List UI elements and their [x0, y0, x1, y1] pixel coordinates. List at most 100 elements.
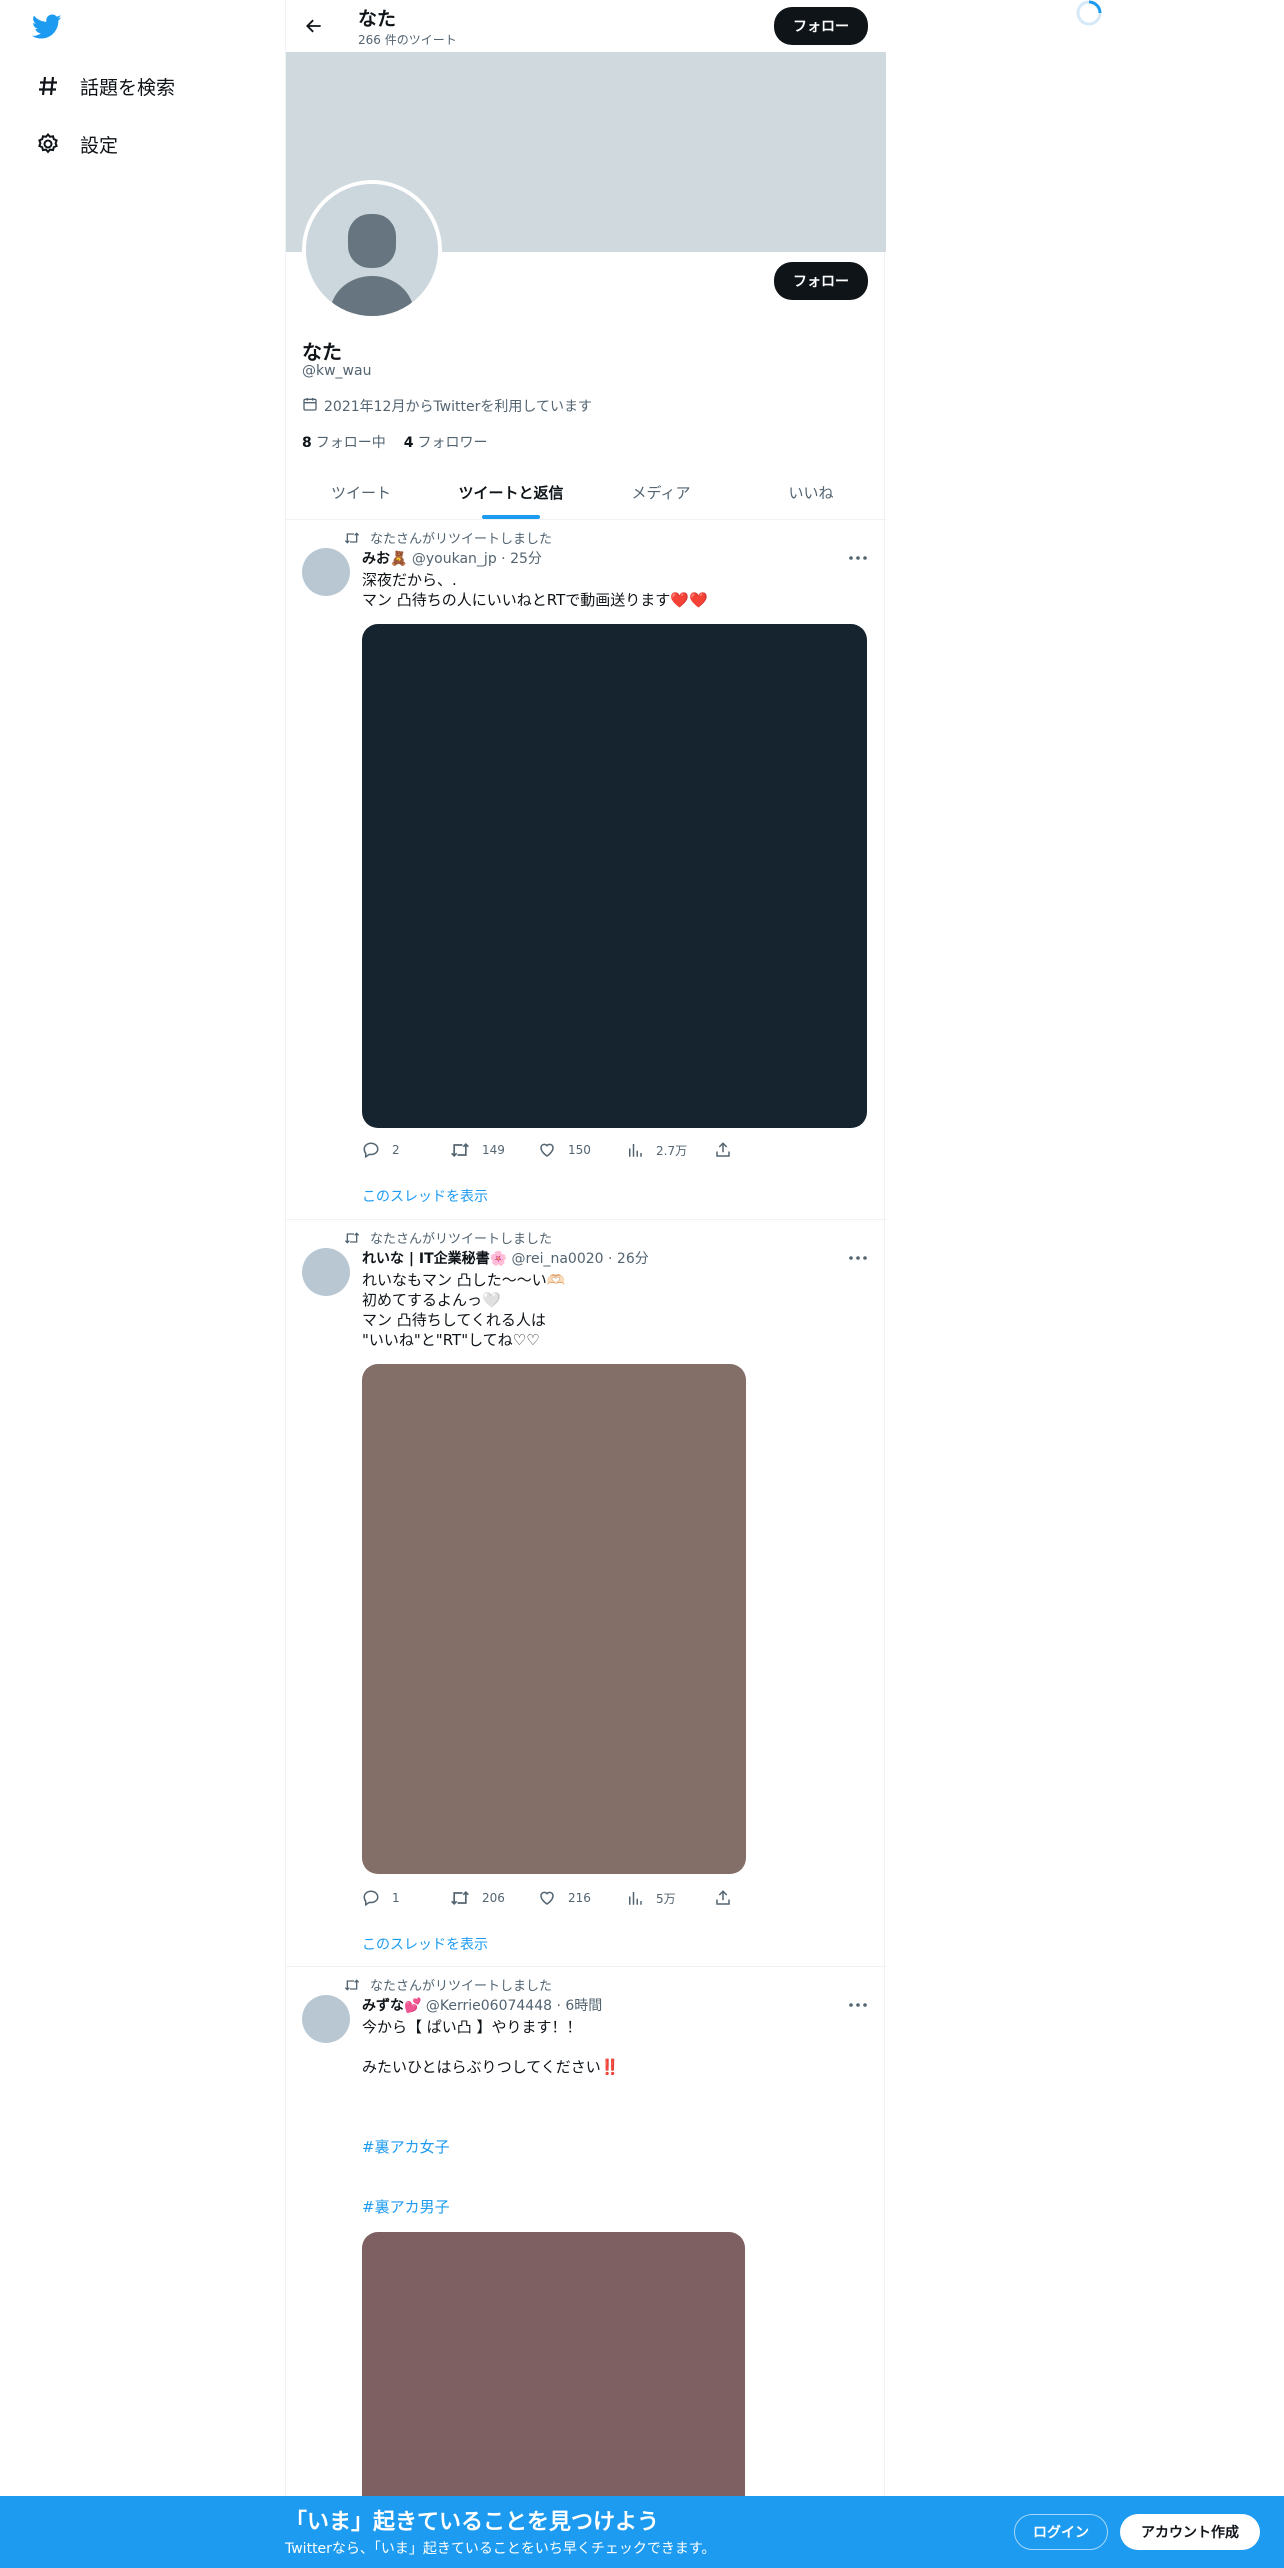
tweet-author-name[interactable]: れいな | IT企業秘書🌸 — [362, 1251, 507, 1267]
avatar[interactable] — [302, 548, 350, 596]
bar-chart-icon — [629, 1144, 642, 1157]
tweet-author-handle[interactable]: @youkan_jp — [412, 551, 497, 567]
twitter-logo-icon[interactable] — [31, 14, 66, 44]
view-count: 2.7万 — [656, 1143, 688, 1158]
tweet-text: 深夜だから、. マン 凸待ちの人にいいねとRTで動画送ります❤️❤️ — [362, 571, 708, 609]
tweet-actions: 1 206 216 5万 — [362, 1888, 802, 1908]
like-button[interactable]: 150 — [538, 1140, 626, 1160]
retweet-icon — [332, 531, 360, 545]
retweet-context: なたさんがリツイートしました — [332, 1975, 552, 1994]
tab-likes[interactable]: いいね — [736, 466, 886, 519]
tweet-media[interactable] — [362, 2232, 745, 2532]
retweet-context: なたさんがリツイートしました — [332, 1228, 552, 1247]
nav-settings-label: 設定 — [80, 134, 119, 157]
profile-joined: 2021年12月からTwitterを利用しています — [302, 396, 592, 416]
tweet-text: 今から【 ぱい凸 】やります！！ みたいひとはらぶりつしてください‼️ — [362, 2018, 620, 2076]
tweet-actions: 2 149 150 2.7万 — [362, 1140, 802, 1160]
profile-tabs: ツイート ツイートと返信 メディア いいね — [286, 466, 886, 520]
tweet-author-handle[interactable]: @rei_na0020 — [512, 1251, 604, 1267]
share-icon — [716, 1890, 730, 1905]
nav-explore-label: 話題を検索 — [80, 76, 176, 99]
reply-button[interactable]: 2 — [362, 1140, 450, 1160]
reply-icon — [363, 1890, 379, 1907]
signup-button[interactable]: アカウント作成 — [1120, 2514, 1260, 2550]
tweet-separator: · — [501, 551, 506, 567]
more-options-icon[interactable] — [846, 1995, 870, 2015]
avatar[interactable] — [302, 1248, 350, 1296]
bar-chart-icon — [629, 1892, 642, 1905]
retweet-icon — [451, 1890, 469, 1906]
tab-tweets-and-replies[interactable]: ツイートと返信 — [436, 466, 586, 519]
profile-follow-button[interactable]: フォロー — [774, 262, 868, 300]
tweet-separator: · — [608, 1251, 613, 1267]
profile-header-bar: なた 266 件のツイート フォロー — [286, 0, 886, 52]
arrow-left-icon — [306, 19, 321, 33]
retweet-count: 206 — [482, 1891, 505, 1905]
show-thread-link[interactable]: このスレッドを表示 — [362, 1934, 488, 1954]
retweet-icon — [332, 1231, 360, 1245]
default-avatar-icon — [306, 184, 438, 316]
loading-spinner-icon — [1074, 0, 1104, 30]
tweet-time[interactable]: 25分 — [510, 551, 542, 567]
header-follow-button[interactable]: フォロー — [774, 7, 868, 45]
retweet-context-text: なたさんがリツイートしました — [370, 532, 553, 547]
avatar[interactable] — [302, 1995, 350, 2043]
retweet-button[interactable]: 206 — [450, 1888, 538, 1908]
followers-label: フォロワー — [417, 435, 488, 451]
like-button[interactable]: 216 — [538, 1888, 626, 1908]
tweet-author-name[interactable]: みお🧸 — [362, 551, 407, 567]
view-count: 5万 — [656, 1891, 676, 1906]
share-button[interactable] — [714, 1140, 802, 1160]
hashtag-link[interactable]: #裏アカ女子 — [362, 2137, 862, 2157]
reply-icon — [363, 1142, 379, 1159]
retweet-icon — [451, 1142, 469, 1158]
nav-explore[interactable]: 話題を検索 — [34, 66, 175, 106]
more-options-icon[interactable] — [846, 1248, 870, 1268]
share-button[interactable] — [714, 1888, 802, 1908]
header-profile-name: なた — [358, 8, 397, 30]
followers-link[interactable]: 4 フォロワー — [404, 432, 488, 452]
retweet-context: なたさんがリツイートしました — [332, 528, 552, 547]
back-button[interactable] — [298, 10, 330, 42]
views-button[interactable]: 2.7万 — [626, 1140, 714, 1160]
tweet-media[interactable] — [362, 624, 867, 1128]
login-button[interactable]: ログイン — [1014, 2514, 1108, 2550]
retweet-button[interactable]: 149 — [450, 1140, 538, 1160]
tweet-time[interactable]: 6時間 — [565, 1998, 602, 2014]
retweet-context-text: なたさんがリツイートしました — [370, 1979, 553, 1994]
like-count: 150 — [568, 1143, 591, 1157]
calendar-icon — [302, 396, 318, 416]
tweet[interactable]: なたさんがリツイートしました みお🧸 @youkan_jp · 25分 深夜だか… — [286, 520, 886, 1220]
like-count: 216 — [568, 1891, 591, 1905]
more-options-icon[interactable] — [846, 548, 870, 568]
nav-settings[interactable]: 設定 — [34, 124, 118, 164]
tab-media[interactable]: メディア — [586, 466, 736, 519]
hashtag-link[interactable]: #裏アカ男子 — [362, 2197, 862, 2217]
views-button[interactable]: 5万 — [626, 1888, 714, 1908]
tweet-header: みお🧸 @youkan_jp · 25分 — [362, 548, 542, 568]
bottom-bar-title: 「いま」起きていることを見つけよう — [285, 2510, 660, 2535]
header-tweet-count: 266 件のツイート — [358, 33, 457, 47]
reply-button[interactable]: 1 — [362, 1888, 450, 1908]
show-thread-link[interactable]: このスレッドを表示 — [362, 1186, 488, 1206]
tweet-author-handle[interactable]: @Kerrie06074448 — [426, 1998, 552, 2014]
tweet-time[interactable]: 26分 — [617, 1251, 649, 1267]
reply-count: 1 — [392, 1891, 400, 1905]
tweet-media[interactable] — [362, 1364, 746, 1874]
tweet[interactable]: なたさんがリツイートしました みずな💕 @Kerrie06074448 · 6時… — [286, 1967, 886, 2532]
tweet-separator: · — [556, 1998, 561, 2014]
following-link[interactable]: 8 フォロー中 — [302, 432, 386, 452]
profile-avatar[interactable] — [302, 180, 442, 320]
tab-tweets[interactable]: ツイート — [286, 466, 436, 519]
profile-stats: 8 フォロー中 4 フォロワー — [302, 432, 506, 452]
tweet[interactable]: なたさんがリツイートしました れいな | IT企業秘書🌸 @rei_na0020… — [286, 1220, 886, 1967]
hashtag-icon — [34, 72, 62, 100]
tweet-text: れいなもマン 凸した〜〜い🫶🏻 初めてするよんっ🤍 マン 凸待ちしてくれる人は … — [362, 1271, 566, 1349]
gear-icon — [34, 130, 62, 158]
main-column: なた 266 件のツイート フォロー フォロー なた @kw_wau 2021年… — [285, 0, 886, 2568]
profile-joined-text: 2021年12月からTwitterを利用しています — [324, 399, 592, 415]
heart-icon — [540, 1143, 554, 1157]
share-icon — [716, 1142, 730, 1157]
tweet-author-name[interactable]: みずな💕 — [362, 1998, 421, 2014]
retweet-count: 149 — [482, 1143, 505, 1157]
